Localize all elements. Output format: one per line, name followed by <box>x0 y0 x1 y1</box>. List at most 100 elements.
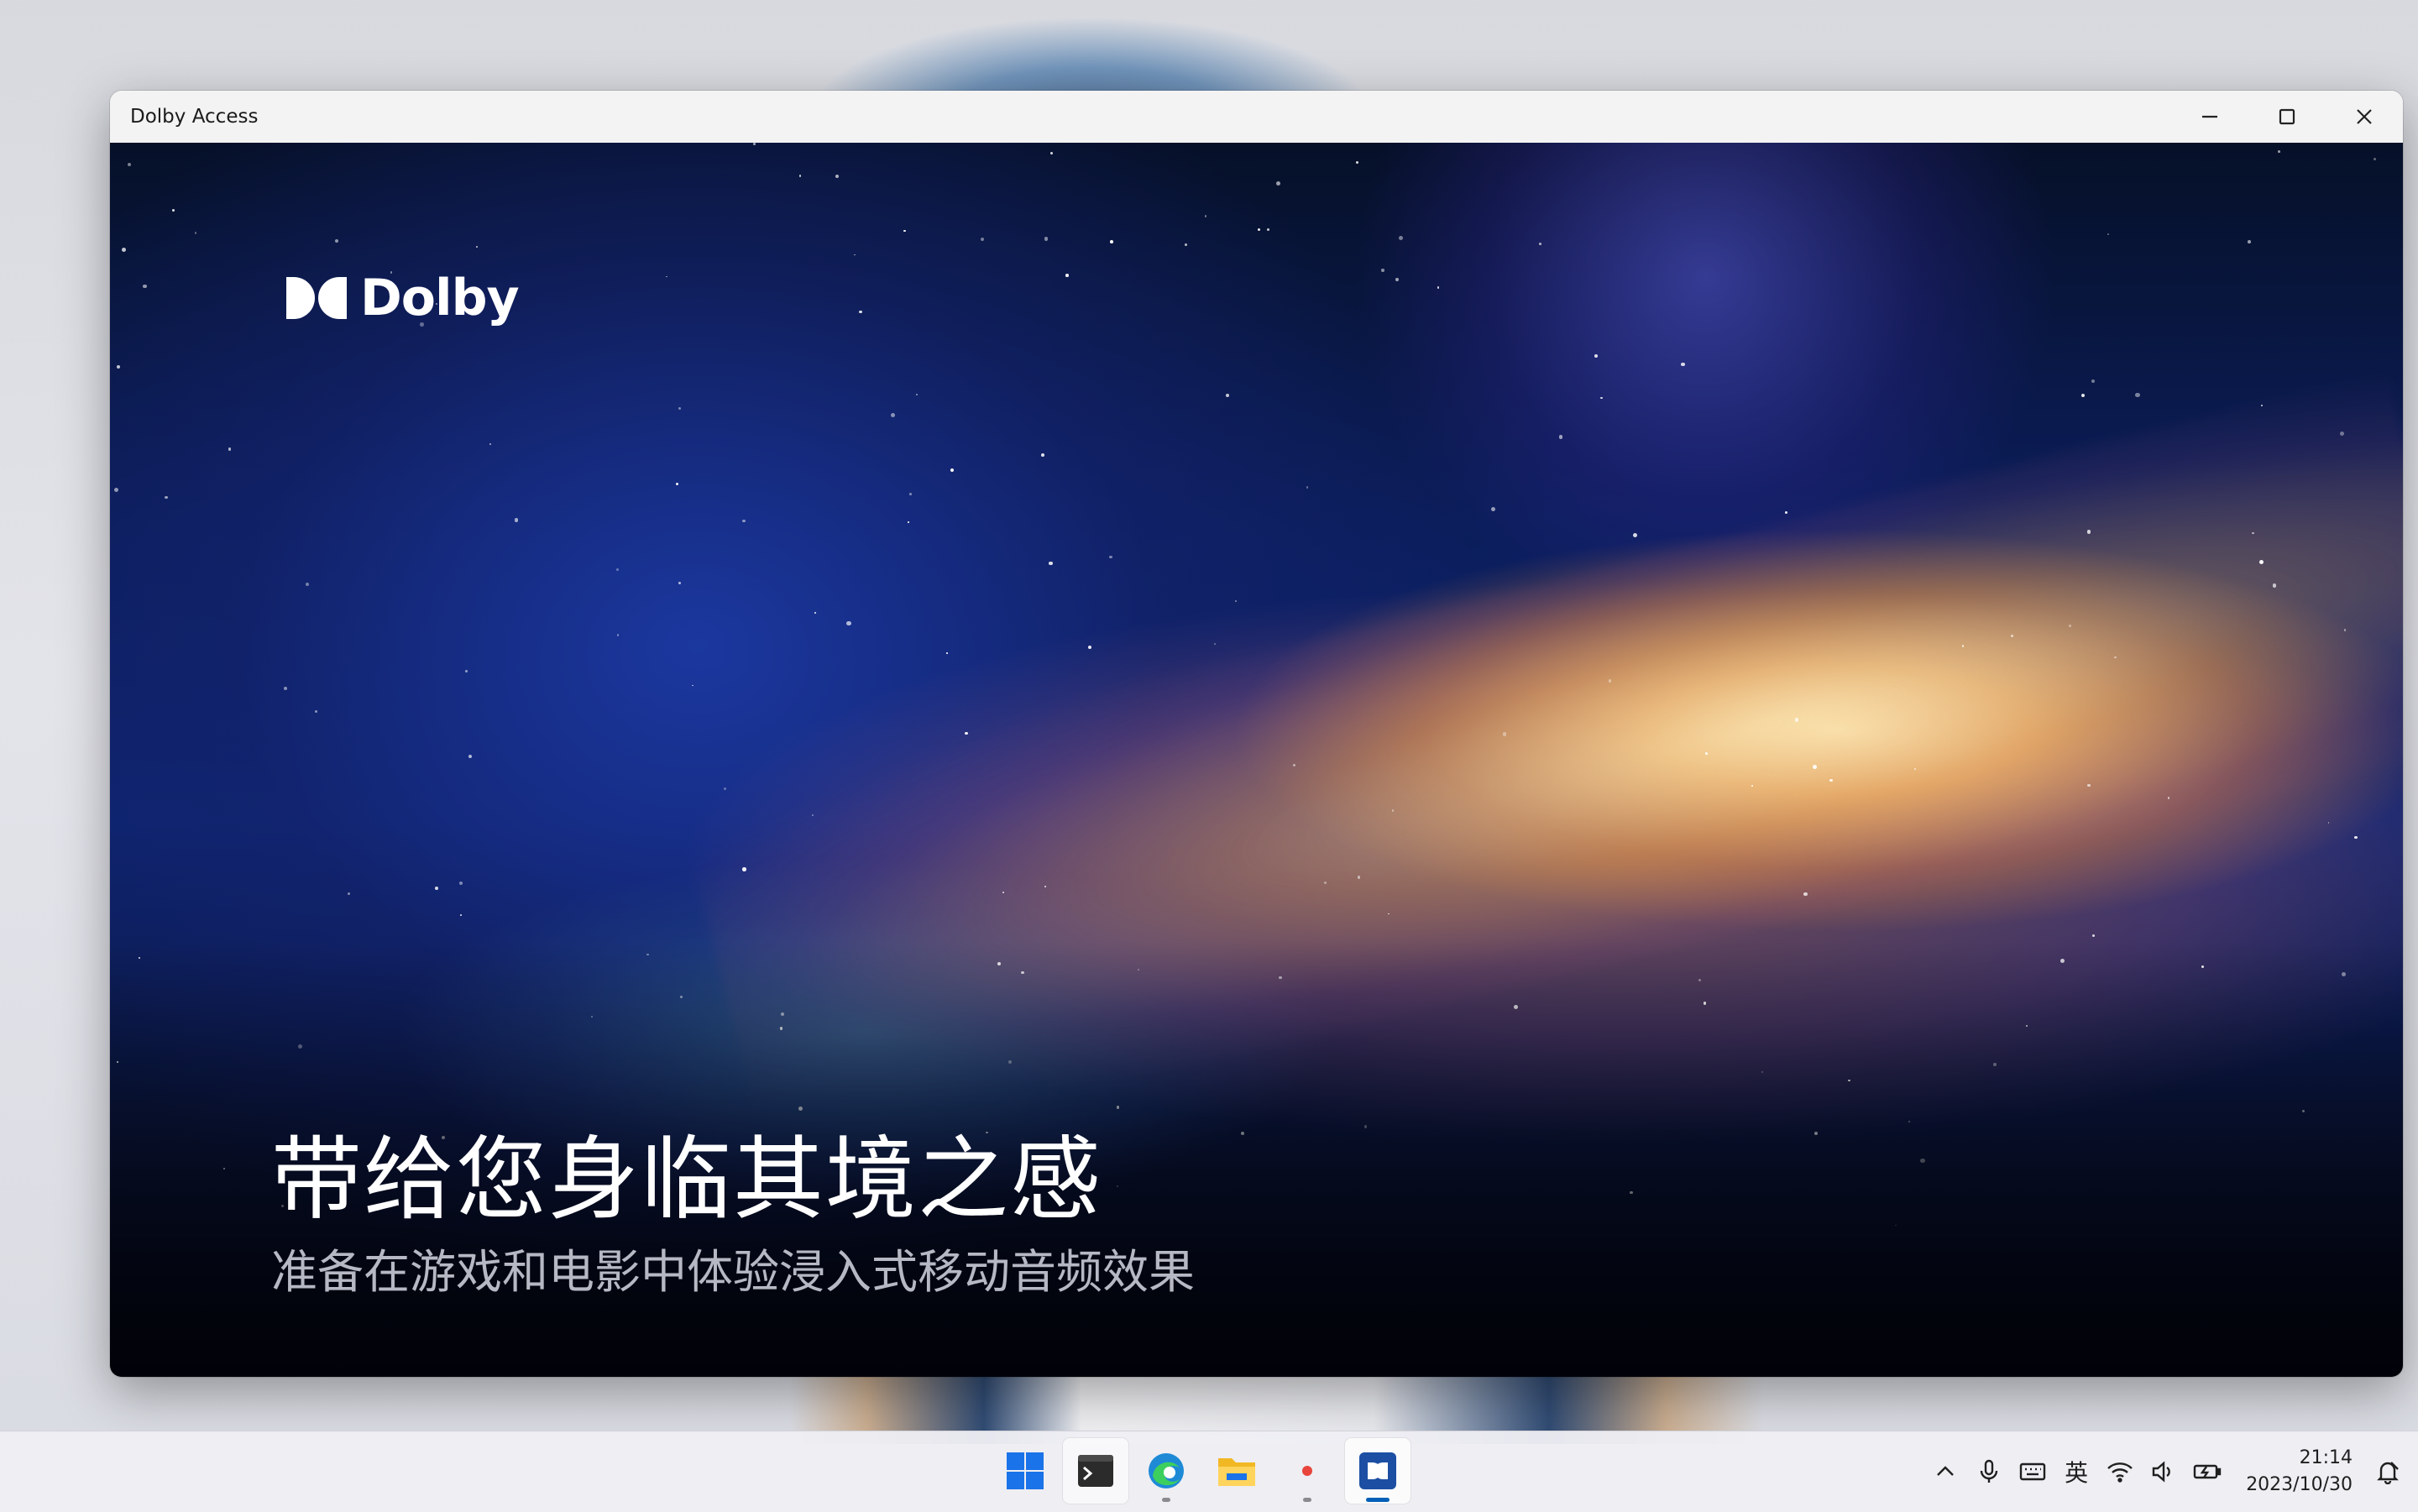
star <box>1633 532 1638 537</box>
recorder-icon <box>1302 1466 1312 1476</box>
star <box>859 310 862 314</box>
star <box>489 443 492 446</box>
star <box>1558 435 1563 439</box>
star <box>1600 396 1603 399</box>
clock[interactable]: 21:14 2023/10/30 <box>2246 1445 2353 1499</box>
star <box>1002 891 1004 894</box>
star <box>1357 876 1361 879</box>
maximize-button[interactable] <box>2248 91 2326 143</box>
star <box>2374 158 2376 161</box>
input-method-button[interactable]: 英 <box>2054 1450 2098 1494</box>
star <box>172 208 175 212</box>
star <box>1395 278 1399 281</box>
star <box>2091 379 2095 383</box>
star <box>2107 233 2109 235</box>
star <box>742 519 746 523</box>
star <box>1275 180 1281 186</box>
star <box>835 174 840 179</box>
star <box>2272 583 2277 588</box>
star <box>116 364 120 369</box>
star <box>347 892 350 896</box>
wifi-icon <box>2107 1462 2133 1483</box>
star <box>903 229 907 233</box>
star <box>814 612 816 615</box>
star <box>1681 362 1685 367</box>
star <box>1381 269 1384 272</box>
start-button[interactable] <box>992 1438 1058 1504</box>
window-title: Dolby Access <box>130 106 259 128</box>
star <box>2327 822 2330 824</box>
star <box>617 634 620 636</box>
star <box>1225 393 1230 398</box>
star <box>1751 784 1753 787</box>
star <box>1041 453 1045 457</box>
star <box>283 687 287 691</box>
star <box>2248 240 2251 243</box>
hero-headline: 带给您身临其境之感 <box>271 1127 1103 1232</box>
star <box>692 684 694 687</box>
star <box>335 238 339 243</box>
star <box>1065 274 1069 277</box>
star <box>2258 559 2264 565</box>
taskbar: 英 21:14 2023/10/30 <box>0 1431 2418 1512</box>
star <box>615 568 619 572</box>
star <box>2135 392 2140 398</box>
taskbar-edge[interactable] <box>1133 1438 1199 1504</box>
star <box>1214 643 1216 645</box>
minimize-button[interactable] <box>2171 91 2248 143</box>
star <box>1258 228 1261 232</box>
star <box>1539 242 1542 245</box>
star <box>1355 160 1358 164</box>
network-button[interactable] <box>2098 1450 2142 1494</box>
star <box>315 709 318 713</box>
star <box>909 493 912 495</box>
chevron-up-icon <box>1937 1466 1955 1476</box>
star <box>798 175 802 177</box>
volume-button[interactable] <box>2142 1450 2185 1494</box>
title-bar[interactable]: Dolby Access <box>110 91 2403 143</box>
show-hidden-icons-button[interactable] <box>1923 1450 1967 1494</box>
star <box>2252 531 2254 534</box>
hero-subline: 准备在游戏和电影中体验浸入式移动音频效果 <box>271 1245 1196 1299</box>
clock-date: 2023/10/30 <box>2246 1474 2353 1495</box>
star <box>2091 934 2095 938</box>
dolby-double-d-icon <box>286 277 347 319</box>
close-button[interactable] <box>2326 91 2403 143</box>
taskbar-terminal[interactable] <box>1063 1438 1128 1504</box>
star <box>1044 886 1046 887</box>
star <box>742 867 747 871</box>
star <box>194 232 197 234</box>
star <box>678 407 681 411</box>
star <box>1185 243 1187 246</box>
minimize-icon <box>2202 115 2217 118</box>
close-icon <box>2357 109 2372 124</box>
star <box>468 754 472 758</box>
star <box>2068 624 2071 627</box>
window-controls <box>2171 91 2403 143</box>
star <box>678 581 682 585</box>
battery-button[interactable] <box>2185 1450 2229 1494</box>
taskbar-dolby-access[interactable] <box>1345 1438 1410 1504</box>
star <box>2086 530 2091 534</box>
star <box>1490 506 1496 512</box>
notification-bell-icon <box>2377 1462 2399 1484</box>
star <box>127 162 131 166</box>
star <box>2278 150 2280 153</box>
touch-keyboard-button[interactable] <box>2011 1450 2054 1494</box>
star <box>753 143 756 146</box>
hero-banner: Dolby 带给您身临其境之感 准备在游戏和电影中体验浸入式移动音频效果 <box>110 143 2403 1377</box>
taskbar-recorder[interactable] <box>1274 1438 1340 1504</box>
star <box>907 521 909 523</box>
star <box>965 731 968 735</box>
terminal-icon <box>1078 1455 1113 1487</box>
star <box>460 914 462 916</box>
star <box>1398 235 1403 240</box>
edge-icon <box>1149 1453 1184 1488</box>
notifications-button[interactable] <box>2366 1450 2410 1494</box>
star <box>1235 600 1238 603</box>
star <box>1829 778 1833 782</box>
star <box>2353 835 2358 840</box>
star <box>514 518 519 523</box>
microphone-button[interactable] <box>1967 1450 2011 1494</box>
taskbar-file-explorer[interactable] <box>1204 1438 1269 1504</box>
